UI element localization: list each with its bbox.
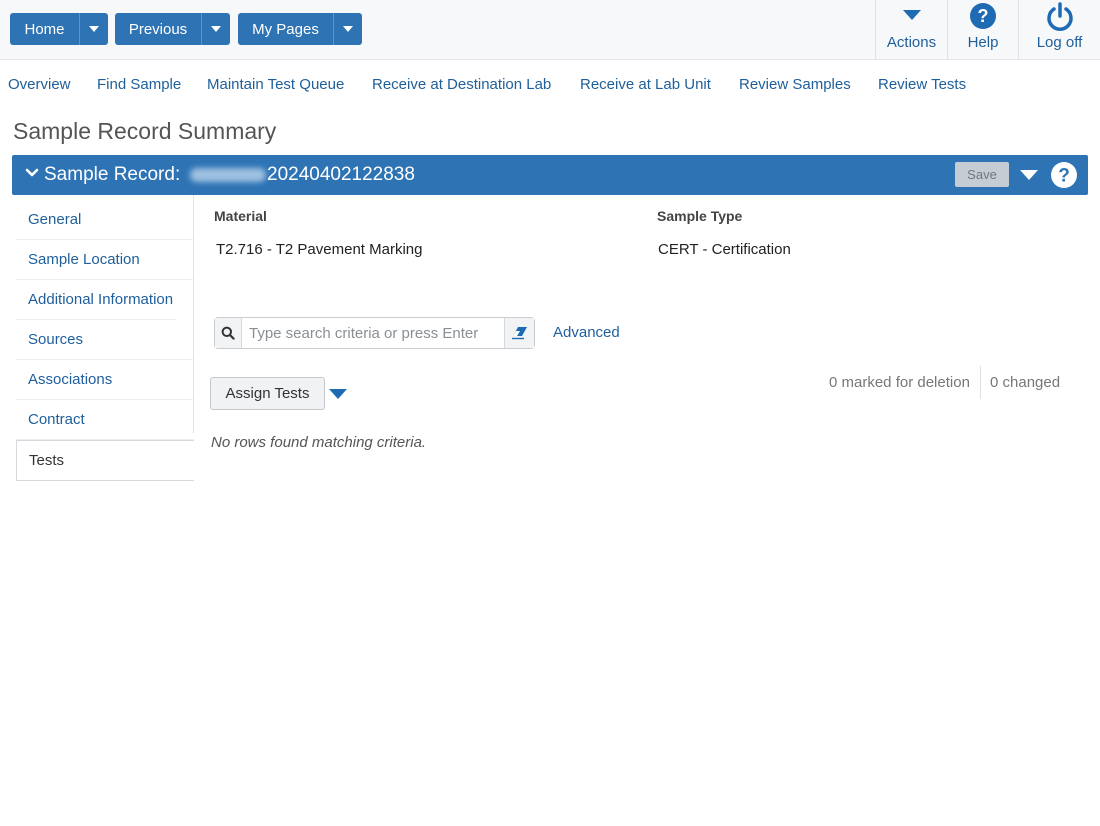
previous-split-button: Previous (115, 13, 230, 45)
sidebar-divider (193, 195, 194, 433)
chevron-down-icon (343, 26, 353, 32)
sample-type-label: Sample Type (657, 208, 743, 224)
search-input[interactable] (242, 318, 504, 348)
record-help-icon[interactable]: ? (1050, 161, 1078, 189)
log-off-button[interactable]: Log off (1018, 0, 1100, 60)
nav-review-tests[interactable]: Review Tests (878, 76, 966, 93)
assign-tests-dropdown-icon[interactable] (329, 389, 347, 399)
empty-table-message: No rows found matching criteria. (211, 434, 427, 451)
record-menu-caret-icon[interactable] (1020, 170, 1038, 180)
previous-button[interactable]: Previous (115, 13, 202, 45)
eraser-icon (511, 327, 527, 340)
search-button[interactable] (215, 318, 242, 348)
page-title: Sample Record Summary (13, 118, 277, 144)
search-icon (221, 326, 235, 340)
previous-dropdown-button[interactable] (202, 13, 230, 45)
nav-review-samples[interactable]: Review Samples (739, 76, 851, 93)
sidebar-item-associations[interactable]: Associations (16, 360, 194, 400)
section-sidebar: General Sample Location Additional Infor… (16, 200, 194, 481)
actions-menu-button[interactable]: Actions (875, 0, 947, 60)
sample-type-value: CERT - Certification (658, 241, 791, 258)
chevron-down-icon (89, 26, 99, 32)
sidebar-item-tests[interactable]: Tests (16, 440, 194, 481)
advanced-search-link[interactable]: Advanced (553, 324, 620, 341)
top-toolbar: Home Previous My Pages Actions ? Help Lo… (0, 0, 1100, 60)
nav-maintain-test-queue[interactable]: Maintain Test Queue (207, 76, 344, 93)
svg-text:?: ? (1058, 166, 1070, 187)
log-off-label: Log off (1036, 34, 1083, 51)
home-split-button: Home (10, 13, 108, 45)
sidebar-item-sample-location[interactable]: Sample Location (16, 240, 194, 280)
nav-overview[interactable]: Overview (8, 76, 71, 93)
sidebar-item-additional-information[interactable]: Additional Information (16, 280, 176, 320)
record-number: 20240402122838 (267, 164, 415, 185)
changed-count: 0 changed (990, 374, 1061, 391)
test-search-box (214, 317, 535, 349)
marked-for-deletion-count: 0 marked for deletion (829, 374, 970, 391)
material-value: T2.716 - T2 Pavement Marking (216, 241, 423, 258)
mypages-split-button: My Pages (238, 13, 362, 45)
nav-receive-at-lab-unit[interactable]: Receive at Lab Unit (580, 76, 711, 93)
clear-search-button[interactable] (504, 318, 534, 348)
actions-label: Actions (886, 34, 937, 51)
caret-down-icon (902, 10, 921, 20)
redacted-text (190, 168, 266, 182)
help-label: Help (967, 34, 999, 51)
help-button[interactable]: ? Help (947, 0, 1018, 60)
sidebar-item-general[interactable]: General (16, 200, 194, 240)
svg-text:?: ? (978, 6, 989, 26)
collapse-chevron-icon[interactable] (25, 166, 39, 180)
nav-find-sample[interactable]: Find Sample (97, 76, 181, 93)
nav-receive-at-destination-lab[interactable]: Receive at Destination Lab (372, 76, 551, 93)
chevron-down-icon (211, 26, 221, 32)
assign-tests-button[interactable]: Assign Tests (210, 377, 325, 410)
power-icon (1046, 2, 1073, 31)
home-button[interactable]: Home (10, 13, 80, 45)
save-button[interactable]: Save (955, 162, 1009, 187)
sidebar-item-sources[interactable]: Sources (16, 320, 194, 360)
record-title: Sample Record: (44, 164, 181, 185)
home-dropdown-button[interactable] (80, 13, 108, 45)
sidebar-item-contract[interactable]: Contract (16, 400, 194, 440)
my-pages-dropdown-button[interactable] (334, 13, 362, 45)
my-pages-button[interactable]: My Pages (238, 13, 334, 45)
sample-record-header: Sample Record: 20240402122838 Save ? (12, 155, 1088, 195)
material-label: Material (214, 208, 267, 224)
help-icon: ? (970, 3, 996, 29)
status-divider (980, 366, 981, 399)
